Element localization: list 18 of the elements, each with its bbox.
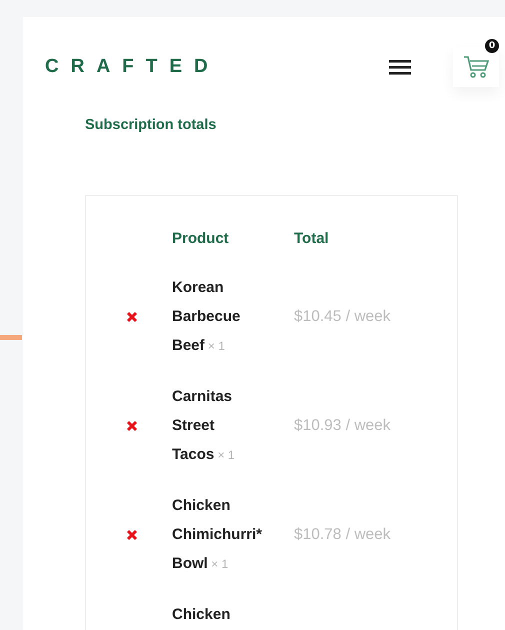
product-name: Chicken (172, 605, 232, 625)
product-name: Carnitas Street Tacos × 1 (172, 387, 236, 465)
product-name: Korean Barbecue Beef × 1 (172, 278, 242, 356)
accent-bar (0, 335, 22, 340)
remove-icon[interactable] (126, 529, 138, 541)
line-total: $10.78 / week (294, 526, 392, 544)
line-total: $10.45 / week (294, 308, 392, 326)
remove-icon[interactable] (126, 420, 138, 432)
line-total: $10.93 / week (294, 417, 392, 435)
remove-icon[interactable] (126, 311, 138, 323)
cart-icon (462, 54, 490, 80)
brand-logo[interactable]: CRAFTED (45, 56, 220, 78)
product-name: Chicken Chimichurri* Bowl × 1 (172, 496, 264, 574)
column-header: Total (294, 230, 330, 247)
menu-icon[interactable] (389, 59, 411, 75)
section-title: Subscription totals (85, 117, 218, 135)
cart-count-badge: 0 (485, 39, 499, 53)
column-header: Product (172, 230, 230, 247)
